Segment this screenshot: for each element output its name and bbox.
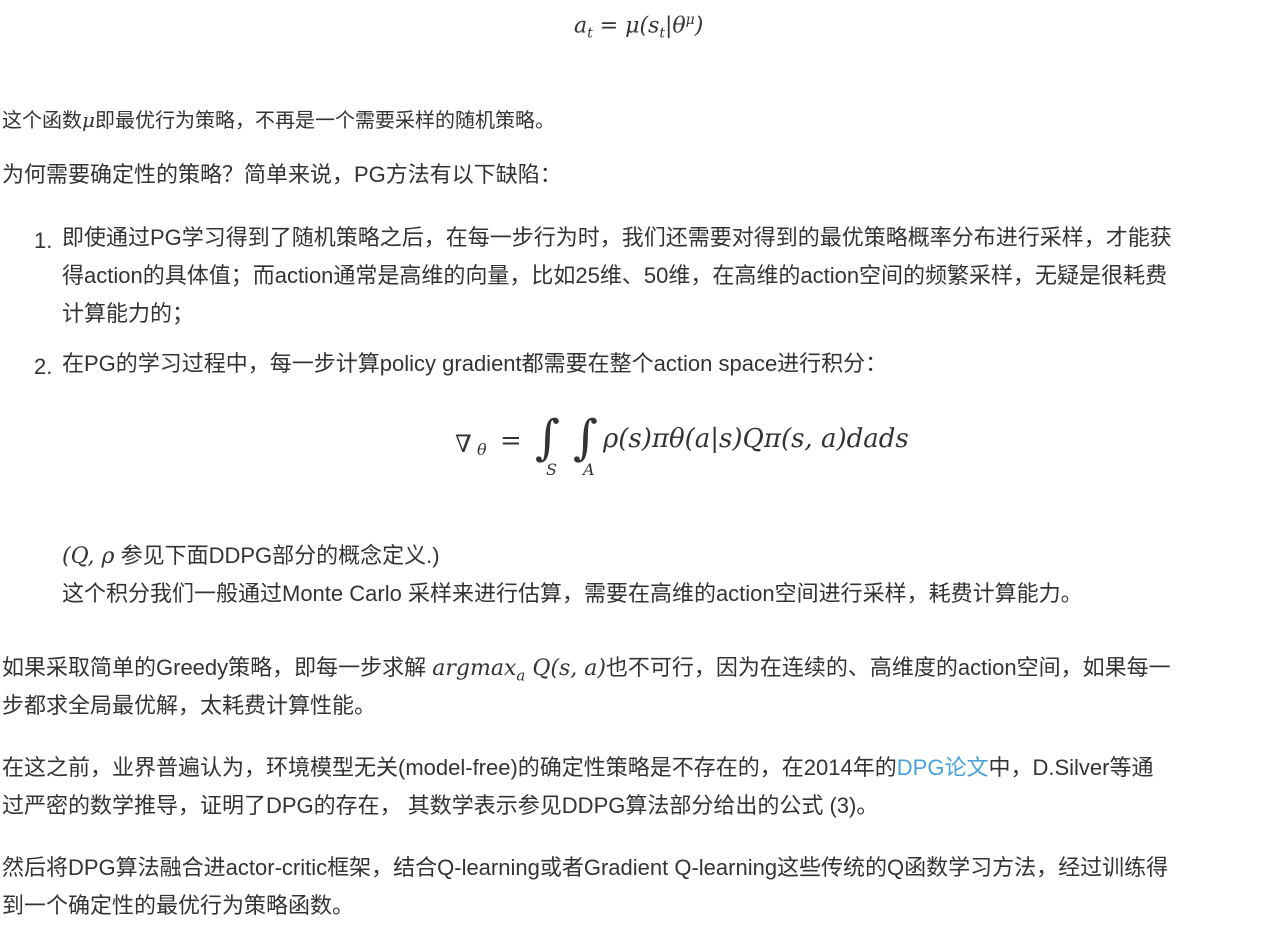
integral-sign-a: ∫ — [573, 410, 599, 466]
note-line-2: 这个积分我们一般通过Monte Carlo 采样来进行估算，需要在高维的acti… — [62, 581, 1083, 606]
list-item-2-number: 2. — [34, 354, 53, 379]
nabla-symbol: ∇ — [455, 430, 472, 458]
paragraph-greedy-line-2: 步都求全局最优解，太耗费计算性能。 — [2, 693, 377, 718]
policy-equation: at = μ(st|θμ) — [574, 12, 703, 42]
para4-suffix: 中，D.Silver等通 — [988, 755, 1154, 780]
para3-q-function: Q(s, a) — [525, 656, 606, 681]
paragraph-why-deterministic: 为何需要确定性的策略？简单来说，PG方法有以下缺陷： — [2, 162, 562, 187]
para3-argmax-sub: a — [516, 666, 526, 685]
note-text: 参见下面DDPG部分的概念定义.) — [114, 543, 440, 568]
para1-prefix: 这个函数 — [2, 110, 82, 132]
equals-sign: = — [500, 426, 522, 456]
paragraph-actor-critic-line-1: 然后将DPG算法融合进actor-critic框架，结合Q-learning或者… — [2, 855, 1169, 880]
dpg-paper-link[interactable]: DPG论文 — [897, 755, 989, 780]
document-page: at = μ(st|θμ) 这个函数μ即最优行为策略，不再是一个需要采样的随机策… — [0, 0, 1280, 924]
paragraph-dpg-line-1: 在这之前，业界普遍认为，环境模型无关(model-free)的确定性策略是不存在… — [2, 749, 1153, 787]
para1-mu: μ — [82, 108, 95, 132]
eq-close: ) — [694, 13, 704, 39]
note-line-1: (Q, ρ 参见下面DDPG部分的概念定义.) — [62, 537, 440, 576]
para3-prefix: 如果采取简单的Greedy策略，即每一步求解 — [2, 655, 433, 680]
list-item-1-line-1: 即使通过PG学习得到了随机策略之后，在每一步行为时，我们还需要对得到的最优策略概… — [62, 225, 1172, 250]
nabla-theta-sub: θ — [477, 440, 487, 459]
list-item-1-number: 1. — [34, 228, 53, 253]
eq-mu: = μ(s — [592, 13, 660, 39]
list-item-2-line-1: 在PG的学习过程中，每一步计算policy gradient都需要在整个acti… — [62, 351, 888, 376]
list-item-1-line-3: 计算能力的； — [62, 301, 195, 326]
para3-argmax: argmax — [432, 656, 517, 681]
integral-sub-s: S — [546, 460, 557, 479]
para1-suffix: 即最优行为策略，不再是一个需要采样的随机策略。 — [95, 110, 555, 132]
eq-theta: |θ — [665, 13, 686, 39]
para3-suffix: 也不可行，因为在连续的、高维度的action空间，如果每一 — [605, 655, 1171, 680]
note-math: (Q, ρ — [62, 544, 115, 569]
integral-body: ρ(s)πθ(a|s)Qπ(s, a)dads — [603, 424, 909, 454]
integral-sub-a: A — [583, 460, 595, 479]
eq-theta-sup: μ — [685, 12, 695, 28]
eq-lhs: a — [574, 13, 588, 39]
paragraph-dpg-line-2: 过严密的数学推导，证明了DPG的存在， 其数学表示参见DDPG算法部分给出的公式… — [2, 793, 879, 818]
list-item-1-line-2: 得action的具体值；而action通常是高维的向量，比如25维、50维，在高… — [62, 263, 1168, 288]
integral-sign-s: ∫ — [535, 410, 561, 466]
paragraph-mu-definition: 这个函数μ即最优行为策略，不再是一个需要采样的随机策略。 — [2, 104, 555, 133]
para4-prefix: 在这之前，业界普遍认为，环境模型无关(model-free)的确定性策略是不存在… — [2, 755, 897, 780]
paragraph-actor-critic-line-2: 到一个确定性的最优行为策略函数。 — [2, 893, 355, 918]
